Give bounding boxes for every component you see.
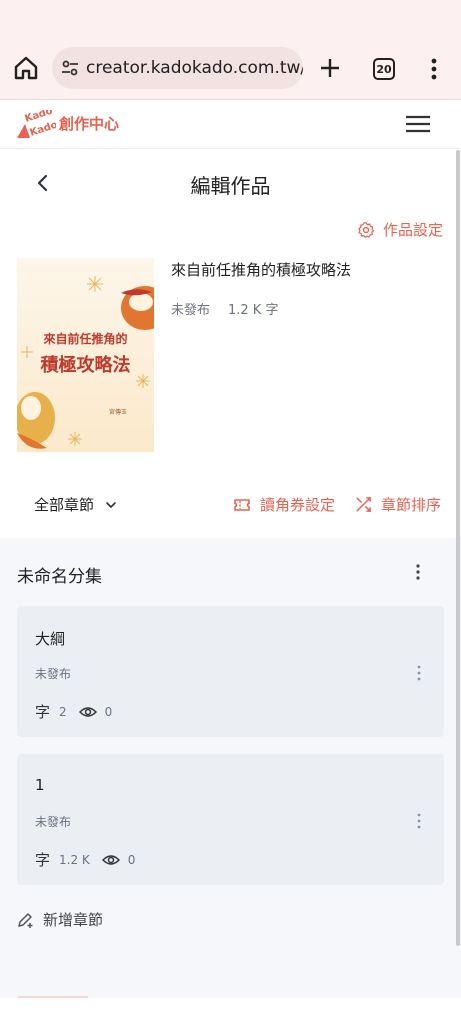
page-title: 編輯作品 bbox=[190, 174, 271, 198]
shuffle-icon bbox=[356, 497, 371, 512]
chapter-word-count: 2 bbox=[59, 704, 67, 719]
home-icon[interactable] bbox=[12, 54, 40, 82]
work-settings-link[interactable]: 作品設定 bbox=[357, 219, 443, 240]
more-vertical-icon[interactable] bbox=[410, 563, 426, 581]
hamburger-menu-icon[interactable] bbox=[405, 114, 431, 134]
chapter-filter-dropdown[interactable]: 全部章節 bbox=[34, 494, 118, 515]
chapter-stats: 字 1.2 K 0 bbox=[35, 849, 135, 870]
browser-menu-icon[interactable] bbox=[424, 56, 444, 82]
book-status: 未發布 bbox=[171, 303, 211, 318]
more-vertical-icon[interactable] bbox=[412, 812, 426, 830]
cover-author: 宮傳玉 bbox=[109, 409, 128, 416]
chapter-title: 大綱 bbox=[35, 630, 66, 648]
book-cover-image[interactable]: 來自前任推角的 積極攻略法 宮傳玉 bbox=[17, 258, 154, 452]
chapter-card[interactable]: 大綱 未發布 字 2 0 bbox=[17, 606, 444, 737]
page-scrollbar[interactable] bbox=[456, 150, 460, 946]
chapter-filter-label: 全部章節 bbox=[34, 496, 95, 514]
book-title[interactable]: 來自前任推角的積極攻略法 bbox=[171, 259, 351, 280]
site-settings-icon[interactable] bbox=[60, 58, 80, 78]
add-chapter-label: 新增章節 bbox=[43, 911, 104, 929]
edit-add-icon bbox=[18, 912, 33, 928]
gear-icon bbox=[358, 221, 375, 238]
url-text[interactable]: creator.kadokado.com.tw/b bbox=[86, 58, 303, 78]
bottom-area bbox=[0, 998, 461, 1024]
tab-switcher-button[interactable]: 20 bbox=[373, 58, 395, 80]
word-count-icon: 字 bbox=[35, 703, 51, 721]
more-vertical-icon[interactable] bbox=[412, 664, 426, 682]
chapter-title: 1 bbox=[35, 776, 45, 794]
chapter-card[interactable]: 1 未發布 字 1.2 K 0 bbox=[17, 754, 444, 885]
ticket-icon bbox=[234, 498, 250, 511]
chapter-status: 未發布 bbox=[35, 815, 72, 829]
volume-title: 未命名分集 bbox=[17, 567, 102, 587]
ticket-settings-label: 讀角券設定 bbox=[260, 496, 336, 514]
book-word-count: 1.2 K 字 bbox=[228, 303, 279, 318]
work-settings-label: 作品設定 bbox=[382, 221, 443, 239]
chapter-view-count: 0 bbox=[104, 704, 113, 719]
chapter-word-count: 1.2 K bbox=[59, 852, 90, 867]
chapter-view-count: 0 bbox=[127, 852, 136, 867]
chapter-sort-label: 章節排序 bbox=[381, 496, 442, 514]
chapter-sort-button[interactable]: 章節排序 bbox=[355, 494, 441, 515]
chapter-status: 未發布 bbox=[35, 667, 72, 681]
eye-icon bbox=[78, 706, 97, 717]
cover-title-line2: 積極攻略法 bbox=[40, 355, 131, 376]
new-tab-icon[interactable] bbox=[318, 56, 342, 80]
kadokado-logo[interactable]: Kado Kado bbox=[16, 110, 56, 140]
word-count-icon: 字 bbox=[35, 851, 51, 869]
ticket-settings-button[interactable]: 讀角券設定 bbox=[233, 494, 335, 515]
add-chapter-button[interactable]: 新增章節 bbox=[17, 909, 103, 930]
address-bar[interactable]: creator.kadokado.com.tw/b bbox=[52, 47, 303, 89]
eye-icon bbox=[101, 854, 120, 865]
chevron-down-icon bbox=[106, 501, 116, 508]
chapter-stats: 字 2 0 bbox=[35, 701, 112, 722]
creator-center-title[interactable]: 創作中心 bbox=[59, 113, 119, 134]
cover-title-line1: 來自前任推角的 bbox=[43, 332, 128, 346]
